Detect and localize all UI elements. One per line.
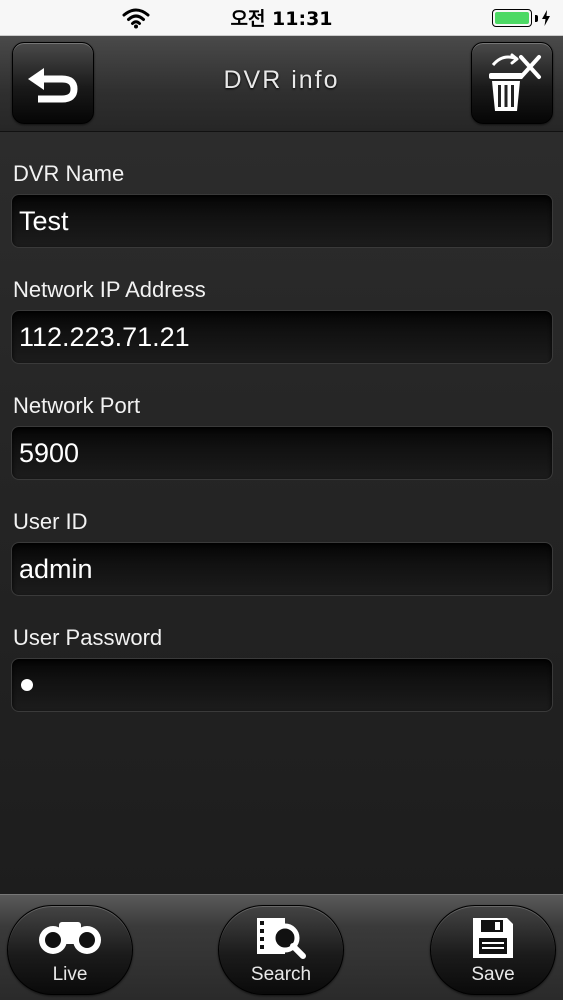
battery-fill <box>495 12 529 24</box>
bottom-toolbar: Live Search Save <box>0 894 563 1000</box>
network-ip-label: Network IP Address <box>13 277 206 302</box>
wifi-icon <box>122 8 150 29</box>
live-label: Live <box>52 964 88 985</box>
dvr-name-label: DVR Name <box>13 161 125 186</box>
binoculars-icon <box>39 922 101 954</box>
battery-icon <box>492 9 532 27</box>
header-bar: DVR info <box>0 36 563 132</box>
network-port-label: Network Port <box>13 393 141 418</box>
status-bar: 오전 11:31 <box>0 0 563 36</box>
charging-bolt-icon <box>542 10 550 26</box>
search-button[interactable]: Search <box>218 905 344 995</box>
form-area: DVR Name Test Network IP Address 112.223… <box>0 132 563 894</box>
user-id-input[interactable]: admin <box>11 542 553 596</box>
trash-delete-icon <box>489 53 541 111</box>
user-password-input[interactable] <box>11 658 553 712</box>
network-port-input[interactable]: 5900 <box>11 426 553 480</box>
film-search-icon <box>257 918 306 959</box>
password-mask-dot <box>21 679 33 691</box>
network-ip-input[interactable]: 112.223.71.21 <box>11 310 553 364</box>
user-password-label: User Password <box>13 625 163 650</box>
user-id-label: User ID <box>13 509 88 534</box>
live-button[interactable]: Live <box>7 905 133 995</box>
battery-tip <box>535 14 538 22</box>
floppy-disk-icon <box>473 918 513 958</box>
save-button[interactable]: Save <box>430 905 556 995</box>
dvr-name-input[interactable]: Test <box>11 194 553 248</box>
battery-indicator <box>492 9 551 27</box>
status-time: 오전 11:31 <box>230 8 333 30</box>
search-label: Search <box>250 964 312 985</box>
delete-button[interactable] <box>471 42 553 124</box>
save-label: Save <box>471 964 515 985</box>
